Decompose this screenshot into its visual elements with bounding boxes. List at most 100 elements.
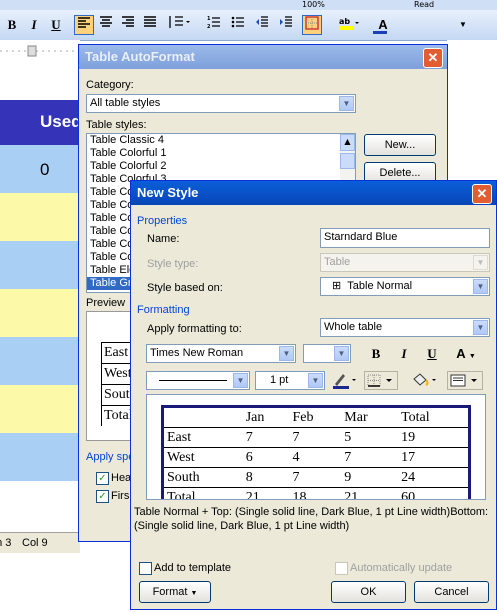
borders-dropdown[interactable]: [364, 371, 398, 390]
preview-cell: 21: [341, 487, 399, 499]
cell-value: 0: [40, 160, 50, 179]
chevron-down-icon[interactable]: ▼: [473, 279, 488, 294]
scroll-up-icon[interactable]: ▲: [340, 134, 355, 151]
preview-cell: 60: [398, 487, 470, 499]
preview-cell: 17: [398, 447, 470, 468]
chevron-down-icon[interactable]: ▼: [308, 373, 323, 388]
preview-header-cell: [162, 406, 243, 428]
italic-button[interactable]: I: [24, 15, 44, 35]
document-area[interactable]: Used 0: [0, 62, 82, 532]
table-style-item[interactable]: Table Colorful 1: [87, 147, 355, 160]
name-label: Name:: [147, 233, 180, 245]
table-style-item[interactable]: Table Classic 4: [87, 134, 355, 147]
preview-cell: 9: [341, 467, 399, 488]
justify-icon[interactable]: [140, 15, 160, 35]
shading-icon[interactable]: [410, 371, 440, 390]
style-type-select[interactable]: Table ▼: [320, 253, 490, 272]
preview-cell: West: [162, 447, 243, 468]
new-style-dialog: New Style ✕ Properties Name: Starndard B…: [130, 180, 497, 610]
auto-update-label: Automatically update: [350, 562, 453, 574]
numbering-icon[interactable]: 12: [204, 15, 224, 35]
style-description: Table Normal + Top: (Single solid line, …: [134, 506, 489, 532]
scroll-thumb[interactable]: [340, 153, 355, 169]
style-bold-button[interactable]: B: [365, 344, 387, 363]
format-button-label: Format: [152, 586, 188, 598]
ok-button[interactable]: OK: [331, 581, 406, 603]
font-color-button[interactable]: A: [370, 15, 396, 35]
font-color-letter: A: [378, 17, 388, 32]
apply-to-select[interactable]: Whole table ▼: [320, 318, 490, 337]
chevron-down-icon[interactable]: ▼: [279, 346, 294, 361]
preview-label: Preview: [86, 297, 126, 309]
category-label: Category:: [86, 79, 134, 91]
underline-button[interactable]: U: [46, 15, 66, 35]
autoformat-titlebar: Table AutoFormat ✕: [79, 45, 447, 69]
chevron-down-icon[interactable]: ▼: [473, 255, 488, 270]
preview-table: Jan Feb Mar Total East 7 7 5 19 West 6 4 7 17 South 8 7 9…: [161, 405, 471, 499]
preview-header-cell: Jan: [242, 406, 290, 428]
style-type-value: Table: [324, 256, 351, 268]
zoom-box[interactable]: 100%: [302, 0, 352, 9]
autoformat-title: Table AutoFormat: [85, 49, 195, 64]
table-row: [0, 433, 80, 482]
line-weight-select[interactable]: 1 pt ▼: [255, 371, 325, 390]
font-name-select[interactable]: Times New Roman ▼: [146, 344, 296, 363]
preview-row: East 7 7 5 19: [162, 427, 470, 448]
style-italic-button[interactable]: I: [393, 344, 415, 363]
style-based-select[interactable]: ⊞ Table Normal ▼: [320, 277, 490, 296]
bold-button[interactable]: B: [2, 15, 22, 35]
cancel-button[interactable]: Cancel: [414, 581, 489, 603]
style-based-label: Style based on:: [147, 282, 223, 294]
decrease-indent-icon[interactable]: [252, 15, 272, 35]
line-spacing-icon[interactable]: [164, 15, 194, 35]
first-column-checkbox[interactable]: ✓: [96, 490, 109, 503]
increase-indent-icon[interactable]: [276, 15, 296, 35]
chevron-down-icon[interactable]: ▼: [334, 346, 349, 361]
add-template-checkbox[interactable]: [139, 562, 152, 575]
alignment-dropdown[interactable]: [447, 371, 483, 390]
table-row: [0, 289, 80, 338]
preview-header-cell: Feb: [289, 406, 342, 428]
auto-update-checkbox[interactable]: [335, 562, 348, 575]
horizontal-ruler[interactable]: [0, 40, 80, 63]
line-style-select[interactable]: ▼: [146, 371, 250, 390]
table-style-item[interactable]: Table Colorful 2: [87, 160, 355, 173]
first-column-label: Firs: [111, 490, 130, 502]
preview-cell: 5: [341, 427, 399, 448]
style-underline-button[interactable]: U: [421, 344, 443, 363]
status-bar: Ln 3 Col 9: [0, 532, 80, 553]
preview-cell: 21: [242, 487, 290, 499]
preview-cell: 24: [398, 467, 470, 488]
bullets-icon[interactable]: [228, 15, 248, 35]
align-right-icon[interactable]: [118, 15, 138, 35]
align-left-icon[interactable]: [74, 15, 94, 35]
autoformat-close-button[interactable]: ✕: [423, 48, 443, 68]
align-center-icon[interactable]: [96, 15, 116, 35]
apply-to-label: Apply formatting to:: [147, 323, 242, 335]
formatting-toolbar: B I U 12 ab A ▼: [0, 10, 497, 41]
style-font-color-button[interactable]: A ▼: [449, 344, 483, 363]
toolbar-options-icon[interactable]: ▼: [456, 15, 470, 35]
table-header-cell: Used: [0, 100, 82, 146]
category-select[interactable]: All table styles ▼: [86, 94, 356, 113]
highlight-icon[interactable]: ab: [336, 15, 362, 35]
style-name-input[interactable]: Starndard Blue: [320, 228, 490, 248]
border-color-icon[interactable]: [331, 371, 359, 390]
font-size-select[interactable]: ▼: [303, 344, 351, 363]
borders-icon[interactable]: [302, 15, 322, 35]
svg-text:2: 2: [207, 24, 211, 29]
new-style-close-button[interactable]: ✕: [472, 184, 492, 204]
format-button[interactable]: Format ▼: [139, 581, 211, 603]
chevron-down-icon[interactable]: ▼: [339, 96, 354, 111]
chevron-down-icon[interactable]: ▼: [473, 320, 488, 335]
read-button[interactable]: Read: [414, 0, 454, 9]
document-right-edge: [447, 40, 497, 180]
preview-cell: 7: [289, 467, 342, 488]
preview-row: West 6 4 7 17: [162, 447, 470, 468]
font-color-letter: A: [456, 346, 466, 361]
preview-cell: 6: [242, 447, 290, 468]
heading-rows-checkbox[interactable]: ✓: [96, 472, 109, 485]
new-style-button[interactable]: New...: [364, 134, 436, 156]
style-based-value: Table Normal: [347, 280, 413, 292]
chevron-down-icon[interactable]: ▼: [233, 373, 248, 388]
